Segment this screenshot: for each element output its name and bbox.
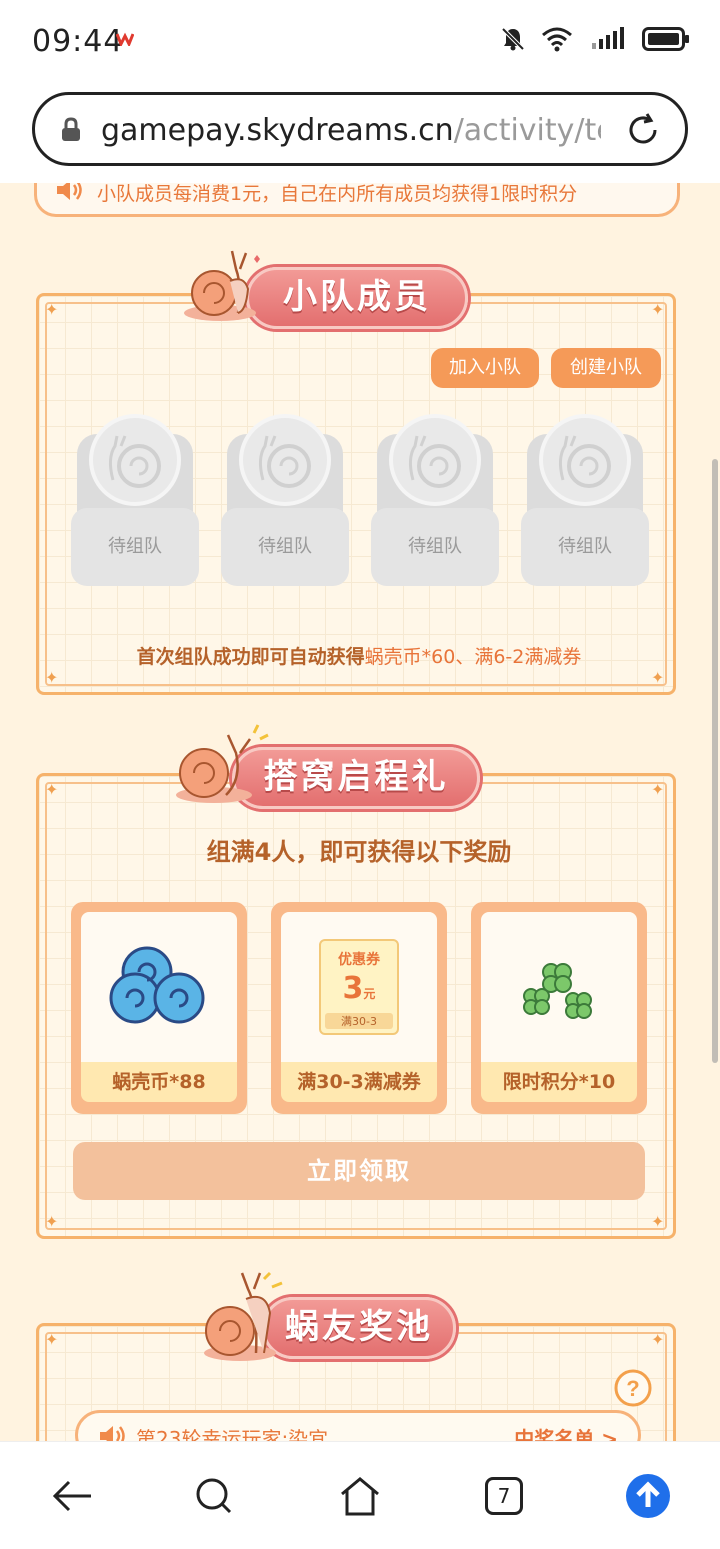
speaker-icon — [100, 1426, 125, 1441]
upload-arrow-icon — [626, 1474, 670, 1518]
wifi-icon — [542, 27, 572, 52]
snail-placeholder-icon — [258, 435, 311, 488]
section-title: 蜗友奖池 — [285, 1307, 433, 1347]
start-gift-panel: ✦ ✦ ✦ ✦ 组满4人，即可获得以下奖励 蜗壳币*88 优惠券 3元 满30-… — [36, 773, 676, 1239]
clock: 09:44 — [32, 24, 124, 59]
team-bonus-tip: 首次组队成功即可自动获得蜗壳币*60、满6-2满减券 — [136, 646, 582, 668]
wps-icon — [116, 32, 134, 46]
corner-ornament: ✦ — [45, 1212, 59, 1231]
winner-ticker: 第23轮幸运玩家:染宜 中奖名单 > — [75, 1410, 641, 1441]
coupon-icon: 优惠券 3元 满30-3 — [319, 939, 399, 1035]
lock-icon — [62, 117, 80, 141]
reward-label: 限时积分*10 — [481, 1062, 637, 1102]
corner-ornament: ✦ — [651, 780, 665, 799]
reward-card[interactable]: 限时积分*10 — [471, 902, 647, 1114]
reward-label: 蜗壳币*88 — [81, 1062, 237, 1102]
notice-bar: 小队成员每消费1元，自己在内所有成员均获得1限时积分 — [34, 183, 680, 217]
clover-icon — [523, 963, 592, 1019]
snail-shell-coins-icon — [109, 946, 205, 1024]
reward-condition: 组满4人，即可获得以下奖励 — [206, 838, 512, 866]
url-text[interactable]: gamepay.skydreams.cn/activity/tear — [101, 113, 601, 148]
corner-ornament: ✦ — [651, 300, 665, 319]
help-icon[interactable]: ? — [613, 1368, 653, 1408]
section-title: 小队成员 — [283, 277, 431, 317]
corner-ornament: ✦ — [651, 1330, 665, 1349]
scrollbar[interactable] — [712, 459, 718, 1063]
slot-label: 待组队 — [408, 536, 462, 557]
snail-placeholder-icon — [558, 435, 611, 488]
back-arrow-icon — [52, 1480, 91, 1512]
member-slot: 待组队 — [371, 414, 499, 586]
corner-ornament: ✦ — [45, 1330, 59, 1349]
team-members-banner: 小队成员 — [246, 267, 468, 329]
snail-placeholder-icon — [108, 435, 161, 488]
mute-bell-icon — [501, 27, 525, 51]
claim-button[interactable]: 立即领取 — [73, 1142, 645, 1200]
section-title: 搭窝启程礼 — [263, 757, 449, 797]
home-button[interactable] — [336, 1472, 384, 1520]
create-team-button[interactable]: 创建小队 — [551, 348, 661, 388]
winners-list-link[interactable]: 中奖名单 > — [514, 1423, 618, 1441]
snail-mascot-icon — [176, 724, 269, 803]
corner-ornament: ✦ — [45, 300, 59, 319]
activity-page[interactable]: 小队成员每消费1元，自己在内所有成员均获得1限时积分 ✦ ✦ ✦ ✦ 加入小队 … — [0, 183, 720, 1441]
prize-pool-banner: 蜗友奖池 — [262, 1297, 456, 1359]
status-icons — [500, 26, 690, 52]
reward-card[interactable]: 优惠券 3元 满30-3 满30-3满减券 — [271, 902, 447, 1114]
corner-ornament: ✦ — [45, 780, 59, 799]
snail-mascot-icon — [204, 1271, 283, 1361]
search-icon — [196, 1478, 232, 1514]
slot-label: 待组队 — [558, 536, 612, 557]
snail-placeholder-icon — [408, 435, 461, 488]
tab-count: 7 — [485, 1477, 523, 1515]
home-icon — [341, 1477, 379, 1516]
snail-mascot-icon — [184, 250, 260, 321]
slot-label: 待组队 — [258, 536, 312, 557]
update-button[interactable] — [624, 1472, 672, 1520]
browser-toolbar: 7 — [0, 1441, 720, 1549]
signal-icon — [592, 27, 624, 49]
reward-label: 满30-3满减券 — [281, 1062, 437, 1102]
tabs-button[interactable]: 7 — [480, 1472, 528, 1520]
status-bar: 09:44 — [0, 0, 720, 84]
speaker-icon — [57, 183, 82, 200]
corner-ornament: ✦ — [651, 668, 665, 687]
team-members-panel: ✦ ✦ ✦ ✦ 加入小队 创建小队 待组队 待组队 待组队 待组队 首次组队成功… — [36, 293, 676, 695]
ticker-text: 第23轮幸运玩家:染宜 — [136, 1427, 329, 1441]
back-button[interactable] — [48, 1472, 96, 1520]
corner-ornament: ✦ — [651, 1212, 665, 1231]
member-slot: 待组队 — [71, 414, 199, 586]
search-button[interactable] — [190, 1472, 238, 1520]
notice-text: 小队成员每消费1元，自己在内所有成员均获得1限时积分 — [97, 183, 578, 205]
member-slot: 待组队 — [221, 414, 349, 586]
join-team-button[interactable]: 加入小队 — [431, 348, 539, 388]
svg-text:?: ? — [626, 1376, 639, 1401]
slot-label: 待组队 — [108, 536, 162, 557]
corner-ornament: ✦ — [45, 668, 59, 687]
address-bar[interactable]: gamepay.skydreams.cn/activity/tear — [32, 92, 688, 166]
reward-card[interactable]: 蜗壳币*88 — [71, 902, 247, 1114]
member-slot: 待组队 — [521, 414, 649, 586]
battery-icon — [642, 27, 689, 51]
reload-icon[interactable] — [625, 112, 661, 148]
